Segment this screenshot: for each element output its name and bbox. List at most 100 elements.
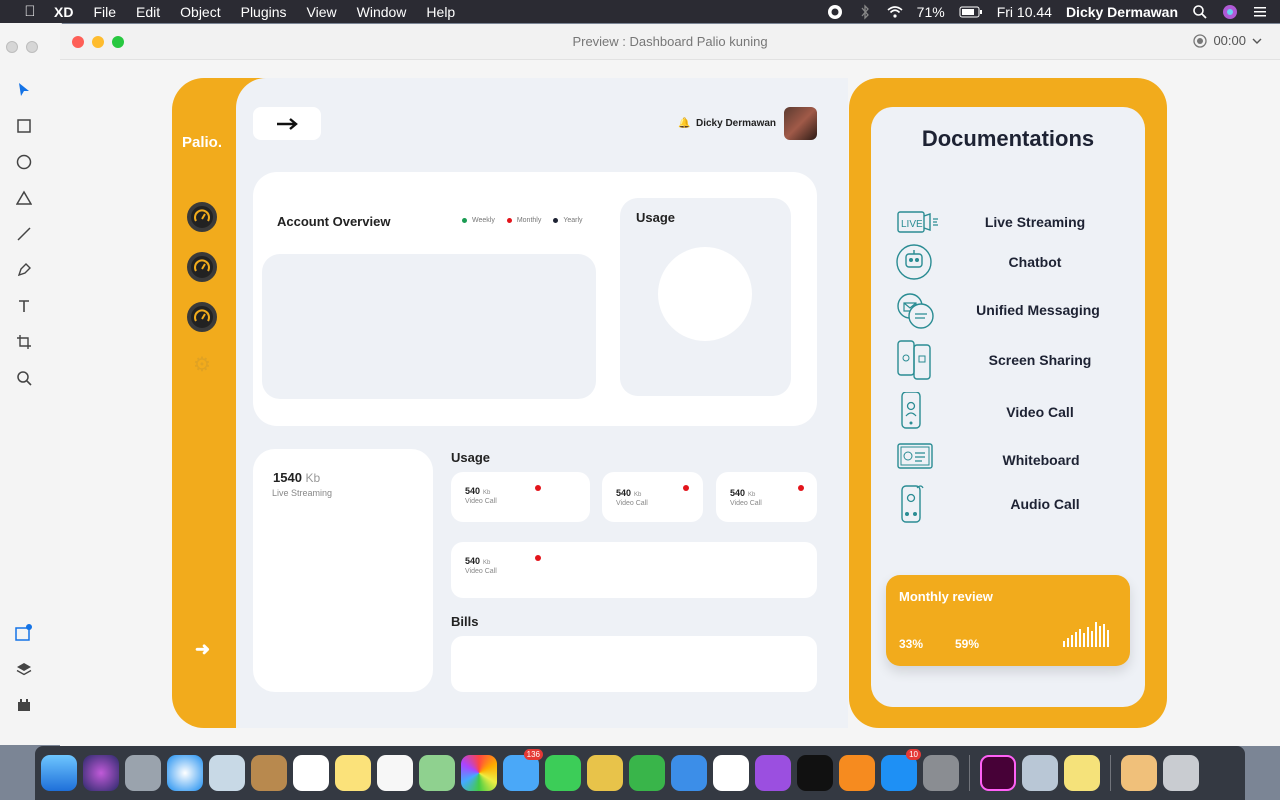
dock-tv-icon[interactable]	[797, 755, 833, 791]
zoom-tool-icon[interactable]	[12, 366, 36, 390]
bluetooth-icon[interactable]	[857, 3, 873, 20]
menu-help[interactable]: Help	[426, 4, 455, 20]
battery-icon[interactable]	[959, 4, 983, 20]
dock-numbers-icon[interactable]	[629, 755, 665, 791]
live-streaming-card[interactable]	[253, 449, 433, 692]
bills-card[interactable]	[451, 636, 817, 692]
menubar-clock[interactable]: Fri 10.44	[997, 4, 1052, 20]
usage-card-3[interactable]: 540 Kb Video Call	[716, 472, 817, 522]
doc-item-label: Video Call	[1006, 404, 1074, 420]
pen-tool-icon[interactable]	[12, 258, 36, 282]
dock-preview-icon[interactable]	[1022, 755, 1058, 791]
dock-siri-icon[interactable]	[83, 755, 119, 791]
sidebar-speedometer-icon-2[interactable]	[187, 252, 217, 282]
dock-safari-icon[interactable]	[167, 755, 203, 791]
dock-adobe-xd-icon[interactable]	[980, 755, 1016, 791]
dock-messages-icon[interactable]: 136	[503, 749, 543, 791]
overview-legend: Weekly Monthly Yearly	[462, 217, 583, 224]
usage-card-1[interactable]: 540 Kb Video Call	[451, 472, 590, 522]
recording-timer[interactable]: 00:00	[1193, 33, 1262, 48]
legend-yearly[interactable]: Yearly	[553, 217, 583, 224]
record-icon[interactable]	[1193, 33, 1208, 48]
preview-title-bar: Preview : Dashboard Palio kuning 00:00	[60, 24, 1280, 60]
dock-reminders-icon[interactable]	[377, 755, 413, 791]
sidebar-speedometer-icon-1[interactable]	[187, 202, 217, 232]
avatar[interactable]	[784, 107, 818, 140]
menu-window[interactable]: Window	[357, 4, 407, 20]
notification-center-icon[interactable]	[1252, 4, 1268, 20]
spotlight-search-icon[interactable]	[1192, 4, 1208, 20]
dock-notes-icon[interactable]	[335, 755, 371, 791]
assets-panel-icon[interactable]	[12, 621, 36, 645]
chevron-down-icon[interactable]	[1252, 36, 1262, 46]
live-icon: LIVE	[897, 211, 938, 233]
menu-plugins[interactable]: Plugins	[241, 4, 287, 20]
sidebar-expand-arrow-icon[interactable]: ➜	[195, 639, 210, 660]
xd-toolbar-window	[0, 23, 62, 745]
dock-podcasts-icon[interactable]	[755, 755, 791, 791]
triangle-tool-icon[interactable]	[12, 186, 36, 210]
menu-file[interactable]: File	[93, 4, 116, 20]
text-tool-icon[interactable]	[12, 294, 36, 318]
notification-bell-icon[interactable]: 🔔	[678, 118, 690, 129]
dock-launchpad-icon[interactable]	[125, 755, 161, 791]
doc-item-whiteboard[interactable]: Whiteboard	[895, 440, 1145, 480]
sidebar-speedometer-icon-3[interactable]	[187, 302, 217, 332]
dock-finder-icon[interactable]	[41, 755, 77, 791]
layers-panel-icon[interactable]	[12, 657, 36, 681]
dock-mail-icon[interactable]	[209, 755, 245, 791]
siri-icon[interactable]	[1222, 4, 1238, 20]
status-dot	[535, 485, 541, 491]
creative-cloud-icon[interactable]	[827, 4, 843, 20]
usage-card-2[interactable]: 540 Kb Video Call	[602, 472, 703, 522]
battery-percent: 71%	[916, 3, 945, 20]
menu-edit[interactable]: Edit	[136, 4, 160, 20]
timer-value: 00:00	[1213, 33, 1246, 48]
doc-item-video-call[interactable]: Video Call	[895, 392, 1145, 432]
dock-contacts-icon[interactable]	[251, 755, 287, 791]
documentation-title: Documentations	[921, 126, 1095, 151]
doc-item-audio-call[interactable]: Audio Call	[895, 484, 1145, 524]
doc-item-unified-messaging[interactable]: Unified Messaging	[895, 290, 1145, 330]
dock-facetime-icon[interactable]	[545, 755, 581, 791]
doc-item-label: Chatbot	[1008, 254, 1062, 270]
legend-monthly[interactable]: Monthly	[506, 217, 541, 224]
wifi-icon[interactable]	[887, 4, 903, 20]
dock-stickies-icon[interactable]	[1064, 755, 1100, 791]
bills-section-title: Bills	[451, 614, 479, 629]
dock-trash-icon[interactable]	[1163, 755, 1199, 791]
settings-gear-icon[interactable]: ⚙	[192, 355, 212, 375]
doc-item-chatbot[interactable]: Chatbot	[895, 242, 1145, 282]
dock-pages-icon[interactable]	[587, 755, 623, 791]
menu-view[interactable]: View	[307, 4, 337, 20]
ellipse-tool-icon[interactable]	[12, 150, 36, 174]
audio-call-icon	[901, 485, 924, 523]
dock-books-icon[interactable]	[839, 755, 875, 791]
menu-object[interactable]: Object	[180, 4, 220, 20]
dock-keynote-icon[interactable]	[671, 755, 707, 791]
user-profile[interactable]: 🔔 Dicky Dermawan	[678, 107, 818, 140]
menubar-user[interactable]: Dicky Dermawan	[1066, 4, 1178, 20]
doc-item-screen-sharing[interactable]: Screen Sharing	[895, 340, 1145, 380]
dock-app-store-icon[interactable]: 10	[881, 749, 921, 791]
select-tool-icon[interactable]	[12, 78, 36, 102]
legend-weekly[interactable]: Weekly	[462, 217, 495, 224]
doc-item-live-streaming[interactable]: LIVE Live Streaming	[895, 202, 1145, 242]
plugins-panel-icon[interactable]	[12, 693, 36, 717]
stream-value: 1540 Kb	[273, 470, 321, 485]
whiteboard-icon	[897, 443, 933, 469]
dock-music-icon[interactable]	[713, 755, 749, 791]
dock-maps-icon[interactable]	[419, 755, 455, 791]
menu-app-name[interactable]: XD	[54, 4, 73, 20]
monthly-review-card[interactable]: Monthly review 33% 59%	[886, 575, 1130, 666]
dock-calendar-icon[interactable]	[293, 755, 329, 791]
artboard-tool-icon[interactable]	[12, 330, 36, 354]
toggle-sidebar-button[interactable]	[253, 107, 321, 140]
dock-photos-icon[interactable]	[461, 755, 497, 791]
dock-system-preferences-icon[interactable]	[923, 755, 959, 791]
dock-downloads-folder-icon[interactable]	[1121, 755, 1157, 791]
apple-menu-icon[interactable]: 	[20, 3, 40, 20]
line-tool-icon[interactable]	[12, 222, 36, 246]
rectangle-tool-icon[interactable]	[12, 114, 36, 138]
usage-card-4[interactable]: 540 Kb Video Call	[451, 542, 817, 598]
